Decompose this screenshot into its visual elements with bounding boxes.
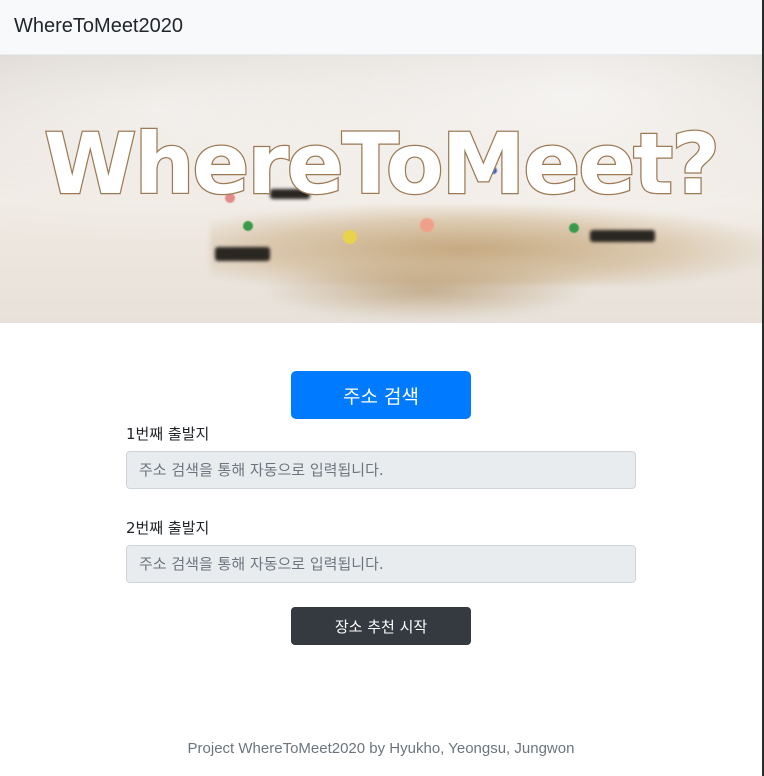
hero-map-image-shadow [260, 260, 590, 320]
hero-map-pin [569, 223, 579, 233]
origin-2-label: 2번째 출발지 [126, 519, 210, 537]
hero-map-pin [243, 221, 253, 231]
hero-map-pin [343, 230, 357, 244]
origin-1-input[interactable] [126, 451, 636, 489]
hero-map-pin [420, 218, 434, 232]
start-recommendation-button[interactable]: 장소 추천 시작 [291, 607, 471, 645]
origin-1-label: 1번째 출발지 [126, 425, 210, 443]
footer-credits: Project WhereToMeet2020 by Hyukho, Yeong… [187, 740, 575, 757]
hero-banner: WhereToMeet? [0, 55, 762, 323]
hero-map-block [215, 247, 270, 261]
hero-map-block [590, 230, 655, 242]
navbar-brand[interactable]: WhereToMeet2020 [14, 15, 183, 38]
navbar: WhereToMeet2020 [0, 0, 764, 55]
footer: Project WhereToMeet2020 by Hyukho, Yeong… [0, 740, 762, 757]
hero-title: WhereToMeet? [43, 114, 722, 215]
origin-2-input[interactable] [126, 545, 636, 583]
address-search-button[interactable]: 주소 검색 [291, 371, 471, 419]
